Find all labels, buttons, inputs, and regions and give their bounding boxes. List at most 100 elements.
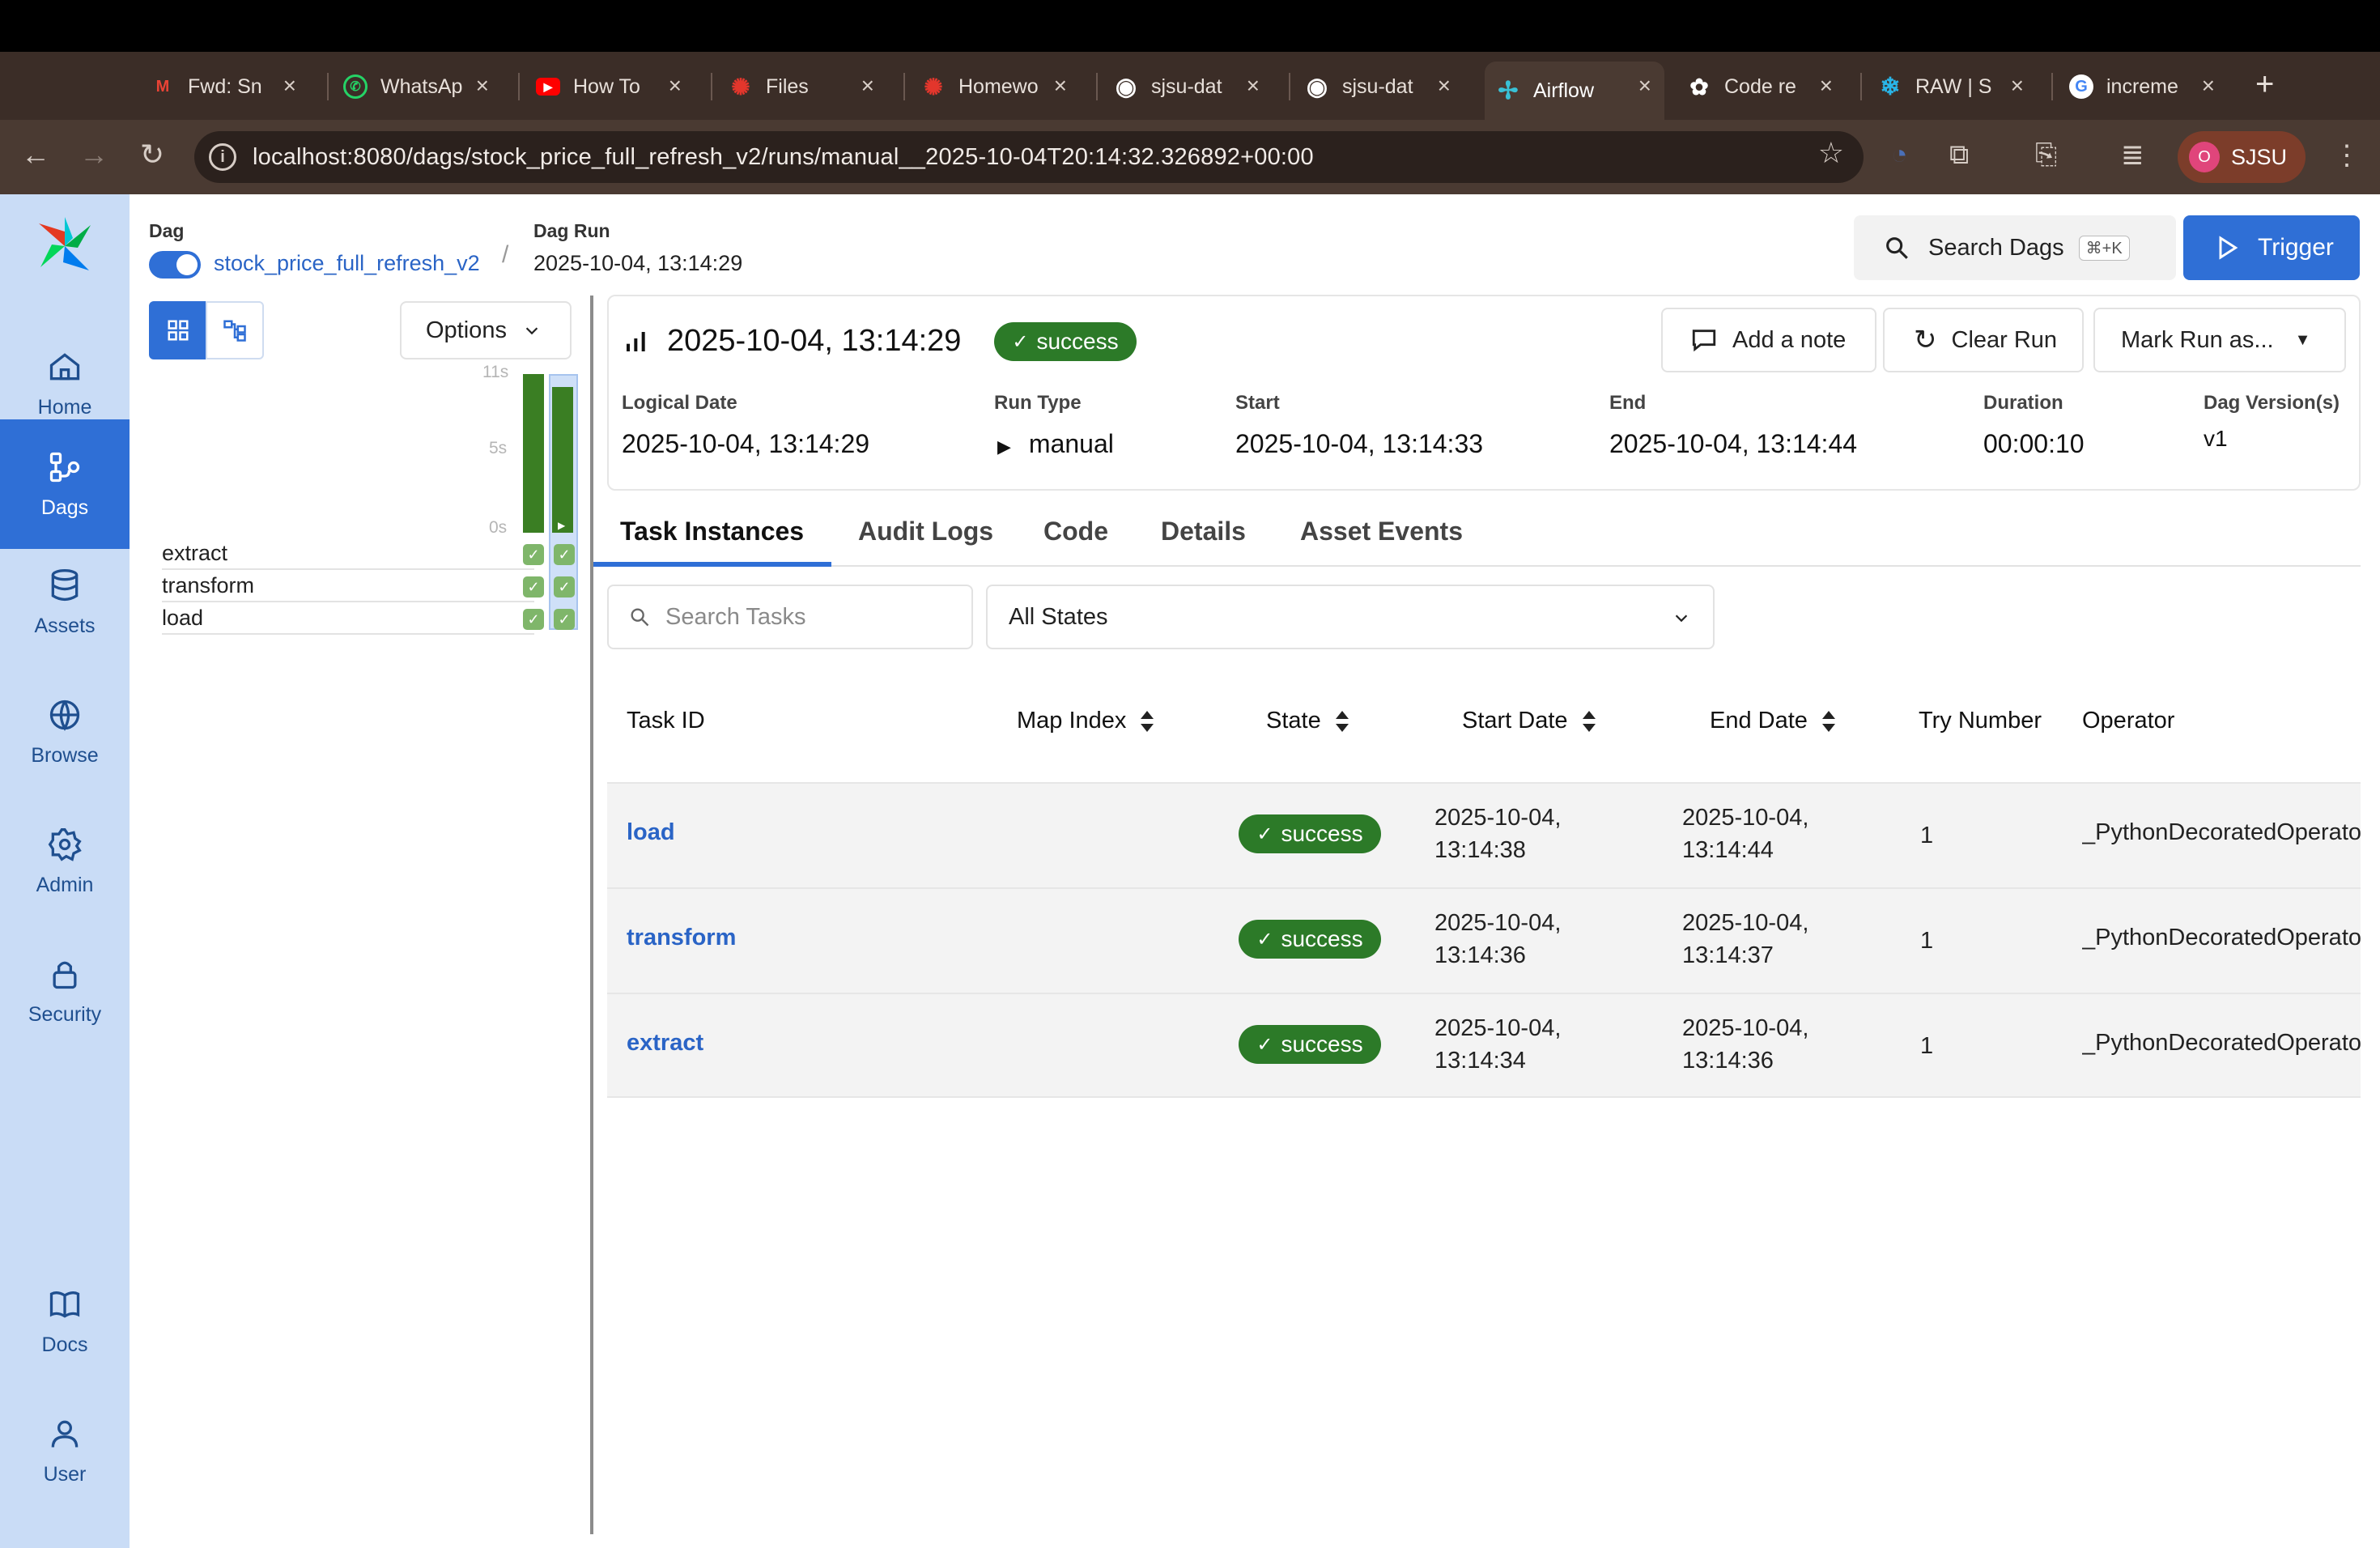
grid-task-name[interactable]: transform — [162, 573, 254, 598]
new-tab-icon[interactable]: + — [2255, 66, 2274, 103]
grid-task-name[interactable]: load — [162, 606, 203, 631]
github-icon: ◉ — [1306, 73, 1328, 100]
search-tasks-input[interactable]: Search Tasks — [607, 585, 973, 649]
browser-tab-github-2[interactable]: ◉ sjsu-dat × — [1294, 62, 1464, 112]
grid-task-name[interactable]: extract — [162, 541, 227, 566]
column-header-end-date[interactable]: End Date — [1710, 708, 1837, 734]
column-header-map-index[interactable]: Map Index — [1017, 708, 1155, 734]
close-tab-icon[interactable]: × — [1820, 73, 1833, 99]
search-icon — [1886, 237, 1908, 259]
close-tab-icon[interactable]: × — [669, 73, 682, 99]
task-id-link[interactable]: load — [627, 819, 675, 846]
browser-tab-gmail[interactable]: M Fwd: Sn × — [139, 62, 309, 112]
task-instance-cell[interactable]: ✓ — [523, 576, 544, 598]
back-icon[interactable]: ← — [16, 138, 55, 172]
note-icon — [1692, 330, 1716, 352]
task-instance-cell[interactable]: ✓ — [523, 609, 544, 630]
sidebar-item-docs[interactable]: Docs — [0, 1257, 130, 1386]
graph-view-button[interactable] — [206, 301, 264, 359]
browser-tab-whatsapp[interactable]: ✆ WhatsAp × — [332, 62, 502, 112]
browser-tab-files[interactable]: ✺ Files × — [717, 62, 887, 112]
close-tab-icon[interactable]: × — [1247, 73, 1260, 99]
browser-tab-chatgpt[interactable]: ✿ Code re × — [1676, 62, 1846, 112]
close-tab-icon[interactable]: × — [2202, 73, 2215, 99]
media-controls-icon[interactable]: ≣ — [2121, 139, 2144, 172]
mark-run-as-dropdown[interactable]: Mark Run as... ▼ — [2093, 308, 2346, 372]
site-info-icon[interactable]: i — [209, 143, 236, 171]
address-bar[interactable]: i localhost:8080/dags/stock_price_full_r… — [194, 131, 1864, 183]
state-filter-select[interactable]: All States — [986, 585, 1715, 649]
options-dropdown[interactable]: Options — [400, 301, 572, 359]
run-duration-bar[interactable] — [523, 374, 544, 533]
profile-button[interactable]: O SJSU — [2178, 131, 2306, 183]
dag-pause-toggle[interactable] — [149, 251, 201, 279]
breadcrumb-dag-link[interactable]: stock_price_full_refresh_v2 — [214, 251, 480, 276]
tab-asset-events[interactable]: Asset Events — [1300, 517, 1463, 546]
browser-tab-airflow[interactable]: ✢ Airflow × — [1485, 62, 1664, 120]
column-header-operator[interactable]: Operator — [2082, 708, 2174, 734]
browser-menu-icon[interactable]: ⋮ — [2333, 139, 2361, 172]
close-tab-icon[interactable]: × — [2011, 73, 2024, 99]
column-header-start-date[interactable]: Start Date — [1462, 708, 1597, 734]
tab-task-instances[interactable]: Task Instances — [620, 517, 804, 546]
browser-tab-snowflake[interactable]: ❄ RAW | S × — [1867, 62, 2037, 112]
column-header-state[interactable]: State — [1266, 708, 1350, 734]
close-tab-icon[interactable]: × — [861, 73, 874, 99]
forward-icon[interactable]: → — [74, 138, 113, 172]
tab-details[interactable]: Details — [1161, 517, 1246, 546]
task-instance-cell[interactable]: ✓ — [523, 544, 544, 565]
refresh-icon: ↻ — [1914, 325, 1937, 355]
sidebar-item-security[interactable]: Security — [0, 926, 130, 1056]
task-id-link[interactable]: extract — [627, 1030, 703, 1057]
bookmark-star-icon[interactable]: ☆ — [1818, 136, 1844, 170]
tab-audit-logs[interactable]: Audit Logs — [858, 517, 993, 546]
browser-tab-youtube[interactable]: ▶ How To × — [525, 62, 695, 112]
search-icon — [631, 608, 649, 627]
duration-axis-max: 11s — [482, 363, 509, 381]
close-tab-icon[interactable]: × — [476, 73, 489, 99]
run-duration-bar-selected[interactable]: ▶ — [552, 387, 573, 533]
tab-separator — [903, 73, 905, 100]
task-instance-cell[interactable]: ✓ — [554, 609, 575, 630]
sidebar-item-dags[interactable]: Dags — [0, 419, 130, 549]
sidebar-item-admin[interactable]: Admin — [0, 797, 130, 926]
trigger-button[interactable]: Trigger — [2183, 215, 2360, 280]
caret-down-icon: ▼ — [2294, 330, 2311, 349]
reload-icon[interactable]: ↻ — [133, 138, 172, 172]
start-date-cell: 2025-10-04, 13:14:34 — [1434, 1015, 1562, 1074]
search-dags-button[interactable]: Search Dags ⌘+K — [1854, 215, 2176, 280]
sidebar-item-assets[interactable]: Assets — [0, 538, 130, 667]
column-header-task-id[interactable]: Task ID — [627, 708, 705, 734]
browser-tab-github-1[interactable]: ◉ sjsu-dat × — [1103, 62, 1273, 112]
sidebar-item-user[interactable]: User — [0, 1386, 130, 1516]
start-label: Start — [1235, 392, 1280, 414]
task-id-link[interactable]: transform — [627, 925, 736, 951]
task-instance-cell[interactable]: ✓ — [554, 576, 575, 598]
add-note-button[interactable]: Add a note — [1661, 308, 1876, 372]
tab-code[interactable]: Code — [1043, 517, 1108, 546]
grid-view-button[interactable] — [149, 301, 207, 359]
tab-search-icon[interactable]: ⎘ — [2035, 139, 2057, 171]
end-date-cell: 2025-10-04, 13:14:44 — [1682, 805, 1809, 863]
browser-tab-homework[interactable]: ✺ Homewo × — [910, 62, 1080, 112]
close-tab-icon[interactable]: × — [283, 73, 296, 99]
status-badge: ✓ success — [1239, 814, 1381, 853]
duration-axis-min: 0s — [489, 518, 508, 537]
column-header-try-number[interactable]: Try Number — [1919, 708, 2042, 734]
panel-resize-handle[interactable] — [590, 296, 593, 1534]
try-number-cell: 1 — [1920, 823, 1934, 848]
clear-run-button[interactable]: ↻ Clear Run — [1883, 308, 2084, 372]
close-tab-icon[interactable]: × — [1638, 73, 1651, 99]
sidebar-item-browse[interactable]: Browse — [0, 667, 130, 797]
extensions-puzzle-icon[interactable]: ⧉ — [1949, 139, 1969, 171]
tab-separator — [327, 73, 329, 100]
close-tab-icon[interactable]: × — [1438, 73, 1451, 99]
browser-tab-google[interactable]: G increme × — [2058, 62, 2228, 112]
extension-sync-icon[interactable]: ◔ — [1891, 139, 1908, 171]
airflow-logo-icon[interactable] — [32, 214, 97, 279]
try-number-cell: 1 — [1920, 1033, 1934, 1059]
logical-date-value: 2025-10-04, 13:14:29 — [622, 429, 870, 458]
tab-separator — [1860, 73, 1862, 100]
close-tab-icon[interactable]: × — [1054, 73, 1067, 99]
task-instance-cell[interactable]: ✓ — [554, 544, 575, 565]
